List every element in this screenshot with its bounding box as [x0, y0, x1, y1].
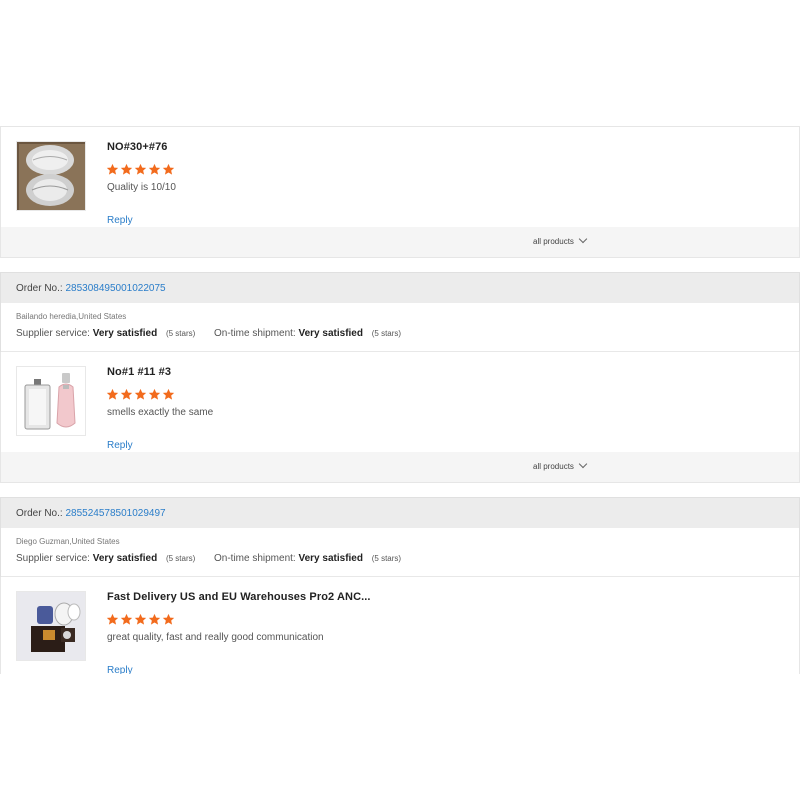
- review-item: NO#30+#76 Quality is 10/10 Reply all pro…: [0, 126, 800, 258]
- buyer-name: Diego Guzman,United States: [16, 537, 120, 546]
- review-footer: all products: [1, 452, 799, 482]
- star-icon: [162, 163, 175, 175]
- star-icon: [106, 613, 119, 625]
- shipment-rating: On-time shipment: Very satisfied (5 star…: [214, 553, 401, 564]
- rating-stars: [106, 163, 175, 176]
- order-header: Order No.: 285524578501029497: [1, 498, 799, 528]
- supplier-label: Supplier service:: [16, 553, 90, 564]
- order-number-link[interactable]: 285308495001022075: [65, 283, 165, 294]
- product-thumbnail[interactable]: [16, 141, 86, 211]
- shipment-label: On-time shipment:: [214, 553, 296, 564]
- order-number-link[interactable]: 285524578501029497: [65, 508, 165, 519]
- supplier-stars: (5 stars): [165, 329, 196, 338]
- star-icon: [162, 388, 175, 400]
- supplier-stars: (5 stars): [165, 554, 196, 563]
- star-icon: [148, 163, 161, 175]
- chevron-down-icon: [578, 234, 588, 244]
- buyer-name: Bailando heredia,United States: [16, 312, 127, 321]
- star-icon: [120, 613, 133, 625]
- supplier-label: Supplier service:: [16, 328, 90, 339]
- star-icon: [106, 388, 119, 400]
- all-products-toggle[interactable]: all products: [533, 234, 588, 246]
- order-number-row: Order No.: 285524578501029497: [16, 508, 166, 519]
- star-icon: [120, 163, 133, 175]
- shipment-rating: On-time shipment: Very satisfied (5 star…: [214, 328, 401, 339]
- review-item: No#1 #11 #3 smells exactly the same Repl…: [0, 352, 800, 483]
- order-info: Bailando heredia,United States Supplier …: [1, 303, 799, 352]
- star-icon: [106, 163, 119, 175]
- product-photo: [17, 142, 85, 210]
- star-icon: [134, 163, 147, 175]
- all-products-toggle[interactable]: all products: [533, 459, 588, 471]
- order-block: Order No.: 285524578501029497 Diego Guzm…: [0, 497, 800, 577]
- shipment-value: Very satisfied: [298, 328, 363, 339]
- review-footer: all products: [1, 227, 799, 257]
- supplier-service-rating: Supplier service: Very satisfied (5 star…: [16, 553, 195, 564]
- star-icon: [148, 613, 161, 625]
- product-photo: [17, 367, 85, 435]
- shipment-value: Very satisfied: [298, 553, 363, 564]
- order-block: Order No.: 285308495001022075 Bailando h…: [0, 272, 800, 352]
- shipment-label: On-time shipment:: [214, 328, 296, 339]
- product-name: Fast Delivery US and EU Warehouses Pro2 …: [107, 591, 371, 603]
- all-products-label: all products: [533, 237, 574, 246]
- order-info: Diego Guzman,United States Supplier serv…: [1, 528, 799, 577]
- star-icon: [120, 388, 133, 400]
- star-icon: [162, 613, 175, 625]
- rating-stars: [106, 613, 175, 626]
- review-item: Fast Delivery US and EU Warehouses Pro2 …: [0, 577, 800, 674]
- reply-link[interactable]: Reply: [107, 215, 133, 226]
- order-label: Order No.:: [16, 283, 63, 294]
- supplier-value: Very satisfied: [92, 553, 158, 564]
- product-name: No#1 #11 #3: [107, 366, 172, 378]
- star-icon: [134, 388, 147, 400]
- reply-link[interactable]: Reply: [107, 440, 133, 451]
- reviews-feed: NO#30+#76 Quality is 10/10 Reply all pro…: [0, 126, 800, 674]
- product-photo: [17, 592, 85, 660]
- shipment-stars: (5 stars): [371, 554, 402, 563]
- supplier-value: Very satisfied: [92, 328, 158, 339]
- chevron-down-icon: [578, 459, 588, 469]
- rating-stars: [106, 388, 175, 401]
- product-thumbnail[interactable]: [16, 366, 86, 436]
- star-icon: [134, 613, 147, 625]
- all-products-label: all products: [533, 462, 574, 471]
- order-number-row: Order No.: 285308495001022075: [16, 283, 166, 294]
- shipment-stars: (5 stars): [371, 329, 402, 338]
- supplier-service-rating: Supplier service: Very satisfied (5 star…: [16, 328, 195, 339]
- reply-link[interactable]: Reply: [107, 665, 133, 674]
- review-text: Quality is 10/10: [107, 182, 176, 193]
- order-label: Order No.:: [16, 508, 63, 519]
- review-text: great quality, fast and really good comm…: [107, 632, 324, 643]
- star-icon: [148, 388, 161, 400]
- product-name: NO#30+#76: [107, 141, 168, 153]
- order-header: Order No.: 285308495001022075: [1, 273, 799, 303]
- product-thumbnail[interactable]: [16, 591, 86, 661]
- review-text: smells exactly the same: [107, 407, 214, 418]
